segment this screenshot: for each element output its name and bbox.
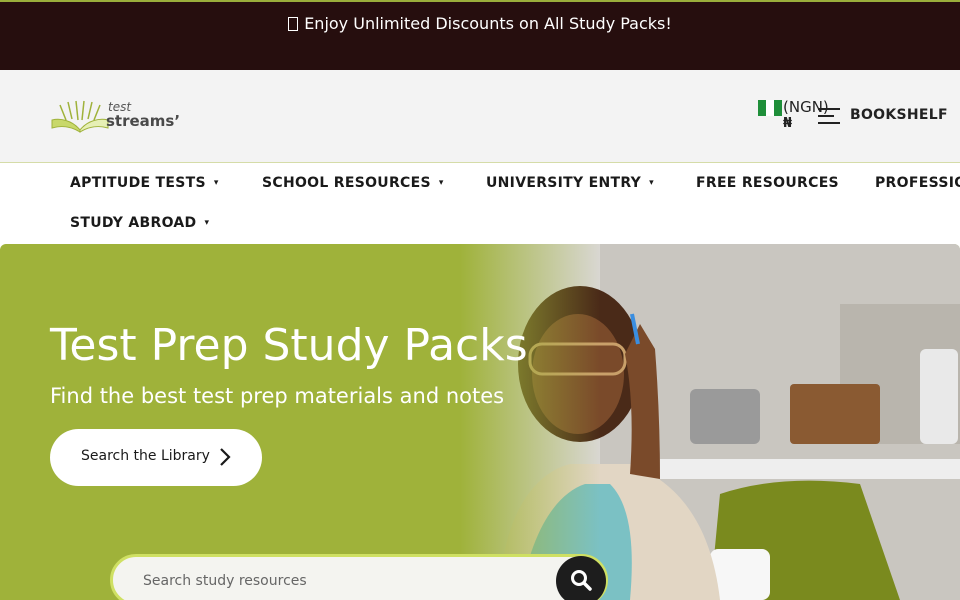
nav-item-university-entry[interactable]: UNIVERSITY ENTRY ▾ [486,175,654,191]
caret-down-icon: ▾ [649,178,654,188]
hero-section: Test Prep Study Packs Find the best test… [0,244,960,600]
search-input[interactable] [143,567,523,595]
nav-item-label: SCHOOL RESOURCES [262,175,431,191]
open-book-logo-icon [51,100,109,133]
caret-down-icon: ▾ [213,178,219,188]
nigeria-flag-icon [758,100,782,116]
search-library-button[interactable]: Search the Library [50,429,262,486]
hero-student-photo [460,244,960,600]
logo-text-bottom: streams’ [106,112,181,130]
nav-item-label: FREE RESOURCES [696,175,839,191]
search-bar [110,554,608,600]
nav-item-study-abroad[interactable]: STUDY ABROAD ▾ [70,215,209,231]
site-header: test streams’ (NGN) ₦ BOOKSHELF [0,70,960,163]
nav-item-label: PROFESSIO [875,175,960,191]
nav-item-aptitude-tests[interactable]: APTITUDE TESTS ▾ [70,175,219,191]
bookshelf-link[interactable]: BOOKSHELF [850,107,948,123]
nav-item-label: APTITUDE TESTS [70,175,206,191]
nav-item-free-resources[interactable]: FREE RESOURCES [696,175,839,191]
nav-item-school-resources[interactable]: SCHOOL RESOURCES ▾ [262,175,444,191]
hero-subtitle: Find the best test prep materials and no… [50,384,505,408]
caret-down-icon: ▾ [204,218,210,228]
search-button[interactable] [556,556,606,600]
promo-text-row: Enjoy Unlimited Discounts on All Study P… [0,14,960,33]
promo-banner: Enjoy Unlimited Discounts on All Study P… [0,0,960,70]
search-icon [571,570,592,591]
gift-icon [288,17,299,31]
nav-item-professional[interactable]: PROFESSIO [875,175,960,191]
caret-down-icon: ▾ [438,178,444,188]
promo-text: Enjoy Unlimited Discounts on All Study P… [304,14,672,33]
main-navigation: APTITUDE TESTS ▾ SCHOOL RESOURCES ▾ UNIVER… [0,163,960,245]
hero-title: Test Prep Study Packs [50,320,528,371]
chevron-right-icon [220,448,231,466]
search-library-label: Search the Library [81,448,210,464]
currency-symbol: ₦ [783,116,793,131]
nav-item-label: UNIVERSITY ENTRY [486,175,642,191]
nav-item-label: STUDY ABROAD [70,215,197,231]
site-logo[interactable]: test streams’ [50,98,180,134]
hamburger-menu-icon[interactable] [818,108,840,124]
